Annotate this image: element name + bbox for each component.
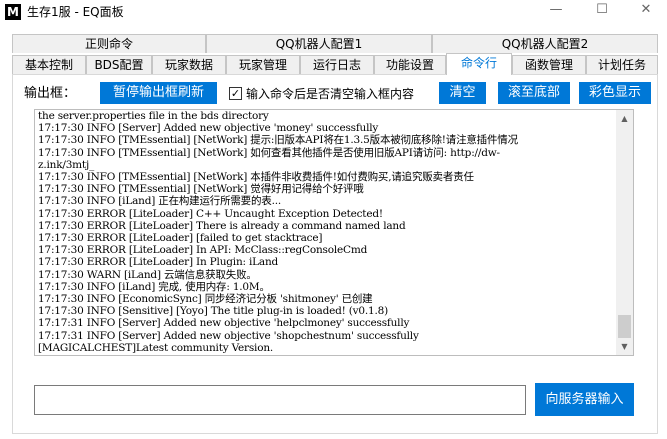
- console-scrollbar[interactable]: ▲ ▼: [616, 110, 633, 355]
- console-line: 17:17:30 INFO [iLand] 完成, 使用内存: 1.0M。: [38, 280, 270, 293]
- console-line: 17:17:30 ERROR [LiteLoader] There is alr…: [38, 219, 406, 232]
- console-line: 17:17:30 WARN [iLand] 云端信息获取失败。: [38, 268, 257, 281]
- close-button[interactable]: ✕: [625, 0, 667, 22]
- console-line: 17:17:30 INFO [TMEssential] [NetWork] 觉得…: [38, 183, 364, 196]
- console-line: the server.properties file in the bds di…: [38, 110, 269, 122]
- console-line: 17:17:30 INFO [TMEssential] [NetWork] 本插…: [38, 171, 474, 184]
- color-display-button[interactable]: 彩色显示: [579, 82, 651, 104]
- console-line: 17:17:30 INFO [EconomicSync] 同步经济记分板 'sh…: [38, 293, 373, 306]
- clear-button[interactable]: 清空: [439, 82, 486, 104]
- minimize-button[interactable]: —: [535, 0, 577, 22]
- window-title: 生存1服 - EQ面板: [27, 5, 124, 19]
- title-bar: M 生存1服 - EQ面板 — ☐ ✕: [0, 0, 667, 28]
- console-line: 17:17:30 ERROR [LiteLoader] In Plugin: i…: [38, 256, 279, 269]
- console-line: 17:17:31 INFO [Server] Added new objecti…: [38, 329, 419, 342]
- console-line: 17:17:30 INFO [iLand] 正在构建运行所需要的表...: [38, 195, 281, 208]
- console-line: 17:17:30 INFO [Sensitive] [Yoyo] The tit…: [38, 305, 389, 318]
- output-label: 输出框：: [24, 86, 77, 101]
- tab-basic-control[interactable]: 基本控制: [12, 55, 86, 74]
- app-icon: M: [5, 4, 21, 20]
- pause-output-button[interactable]: 暂停输出框刷新: [100, 82, 217, 104]
- console-line: 17:17:31 INFO [Server] Added new objecti…: [38, 317, 410, 330]
- command-input[interactable]: [34, 385, 526, 415]
- console-line: [MAGICALCHEST]Latest community Version.: [38, 341, 274, 354]
- console-line: z.ink/3mtj_: [38, 158, 95, 171]
- tab-run-log[interactable]: 运行日志: [300, 55, 374, 74]
- tab-player-data[interactable]: 玩家数据: [152, 55, 226, 74]
- console-line: 17:17:30 INFO [TMEssential] [NetWork] 提示…: [38, 134, 518, 147]
- tab-regex-commands[interactable]: 正则命令: [12, 34, 206, 53]
- console-output[interactable]: the server.properties file in the bds di…: [34, 109, 634, 356]
- maximize-button[interactable]: ☐: [581, 0, 623, 22]
- tab-bds-config[interactable]: BDS配置: [86, 55, 152, 74]
- console-lines: the server.properties file in the bds di…: [38, 110, 618, 354]
- send-to-server-button[interactable]: 向服务器输入: [535, 383, 634, 416]
- tab-qq-bot-config-2[interactable]: QQ机器人配置2: [432, 34, 658, 53]
- console-line: 17:17:30 INFO [TMEssential] [NetWork] 如何…: [38, 146, 500, 159]
- tab-function-management[interactable]: 函数管理: [512, 55, 586, 74]
- clear-on-enter-checkbox[interactable]: ✓: [229, 87, 242, 100]
- scroll-up-icon[interactable]: ▲: [616, 110, 633, 127]
- tab-scheduled-tasks[interactable]: 计划任务: [586, 55, 658, 74]
- scroll-down-icon[interactable]: ▼: [616, 338, 633, 355]
- tab-qq-bot-config-1[interactable]: QQ机器人配置1: [206, 34, 432, 53]
- tab-command-line[interactable]: 命令行: [446, 53, 512, 75]
- scroll-to-bottom-button[interactable]: 滚至底部: [498, 82, 570, 104]
- console-line: 17:17:30 ERROR [LiteLoader] [failed to g…: [38, 232, 323, 245]
- tab-feature-settings[interactable]: 功能设置: [374, 55, 446, 74]
- console-line: 17:17:30 ERROR [LiteLoader] C++ Uncaught…: [38, 207, 383, 220]
- console-line: 17:17:30 ERROR [LiteLoader] In API: McCl…: [38, 244, 368, 257]
- clear-on-enter-label: 输入命令后是否清空输入框内容: [246, 87, 415, 101]
- scroll-thumb[interactable]: [618, 315, 631, 338]
- console-line: 17:17:30 INFO [Server] Added new objecti…: [38, 122, 379, 135]
- tab-player-management[interactable]: 玩家管理: [226, 55, 300, 74]
